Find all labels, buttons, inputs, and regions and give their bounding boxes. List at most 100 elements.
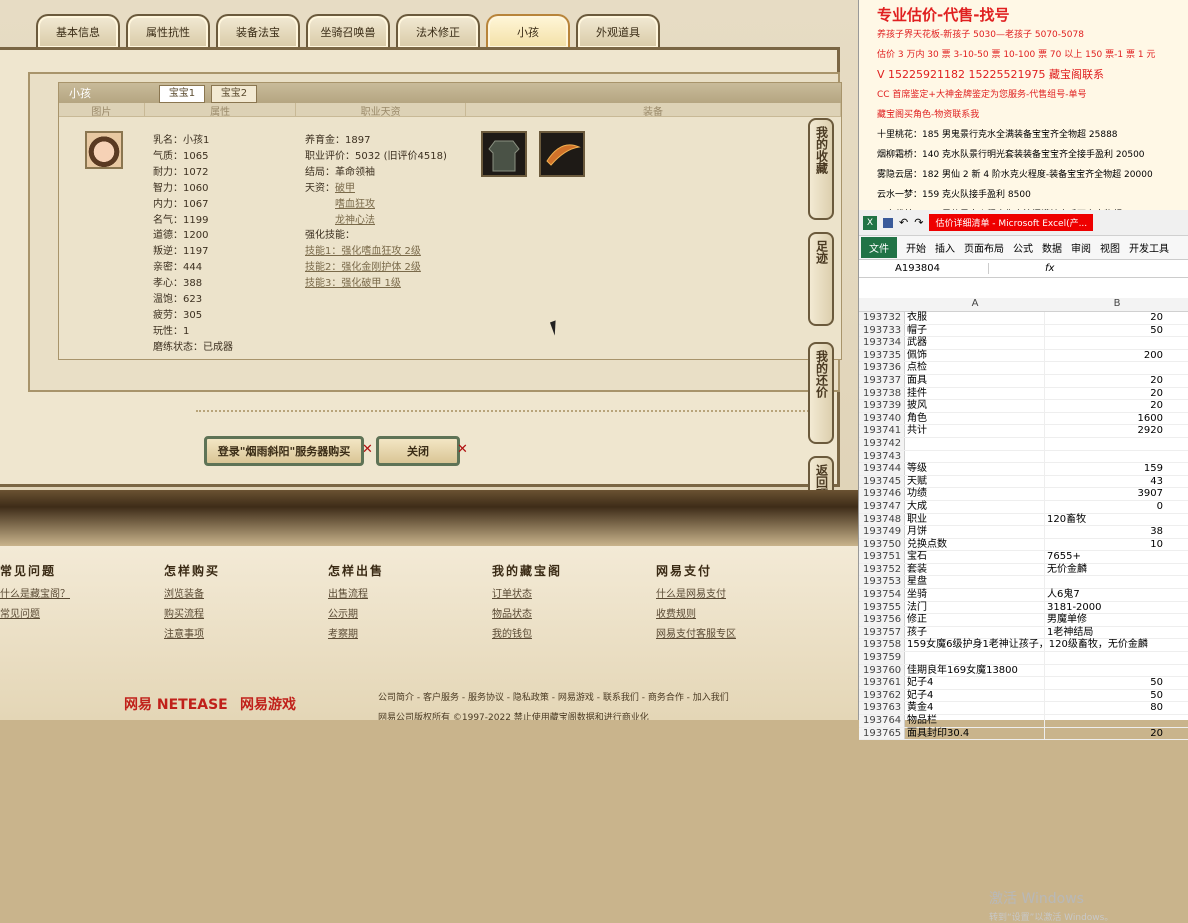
- cell-b[interactable]: 159: [1045, 463, 1188, 475]
- subtab-baby2[interactable]: 宝宝2: [211, 85, 257, 103]
- cell-b[interactable]: 1老神结局: [1045, 627, 1188, 639]
- row-number[interactable]: 193744: [859, 463, 905, 475]
- equipment-weapon-icon[interactable]: [539, 131, 585, 177]
- cell-b[interactable]: 3907: [1045, 488, 1188, 500]
- row-number[interactable]: 193764: [859, 715, 905, 727]
- footer-link[interactable]: 出售流程: [328, 585, 384, 605]
- row-number[interactable]: 193735: [859, 349, 905, 362]
- cell-b[interactable]: 7655+: [1045, 551, 1188, 563]
- footer-nav-links[interactable]: 公司简介 - 客户服务 - 服务协议 - 隐私政策 - 网易游戏 - 联系我们 …: [378, 690, 729, 703]
- cell-a[interactable]: 面具封印30.4: [905, 727, 1045, 740]
- cell-b[interactable]: 120畜牧: [1045, 514, 1188, 526]
- cell-b[interactable]: 无价金麟: [1045, 564, 1188, 576]
- row-number[interactable]: 193732: [859, 312, 905, 324]
- footer-link[interactable]: 考察期: [328, 625, 384, 645]
- fx-icon[interactable]: fx: [989, 263, 1054, 274]
- cell-b[interactable]: 20: [1045, 312, 1188, 324]
- menu-formula[interactable]: 公式: [1013, 240, 1033, 255]
- footprint-button[interactable]: 足迹: [808, 232, 834, 326]
- cell-a[interactable]: 等级: [905, 463, 1045, 475]
- talent-link[interactable]: 破甲: [335, 183, 355, 194]
- tab-mounts[interactable]: 坐骑召唤兽: [306, 14, 390, 48]
- cell-b[interactable]: [1045, 362, 1188, 374]
- row-number[interactable]: 193736: [859, 362, 905, 374]
- child-avatar[interactable]: [85, 131, 123, 169]
- footer-link[interactable]: 什么是藏宝阁？: [0, 585, 70, 605]
- row-number[interactable]: 193746: [859, 488, 905, 500]
- cell-a[interactable]: 孩子: [905, 626, 1045, 639]
- save-icon[interactable]: [883, 217, 893, 228]
- row-number[interactable]: 193756: [859, 614, 905, 626]
- talent-link[interactable]: 龙神心法: [305, 213, 447, 229]
- cell-a[interactable]: 套装: [905, 563, 1045, 576]
- cell-b[interactable]: [1045, 576, 1188, 588]
- skill-link[interactable]: 技能3：强化破甲 1级: [305, 276, 447, 292]
- tab-basic-info[interactable]: 基本信息: [36, 14, 120, 48]
- cell-b[interactable]: [1045, 639, 1188, 651]
- tab-appearance[interactable]: 外观道具: [576, 14, 660, 48]
- cell-b[interactable]: 200: [1045, 350, 1188, 362]
- row-number[interactable]: 193754: [859, 589, 905, 601]
- col-header-b[interactable]: B: [1045, 298, 1188, 311]
- cell-b[interactable]: 1600: [1045, 413, 1188, 425]
- cell-a[interactable]: 披风: [905, 400, 1045, 412]
- menu-insert[interactable]: 插入: [935, 240, 955, 255]
- row-number[interactable]: 193758: [859, 639, 905, 652]
- row-number[interactable]: 193752: [859, 563, 905, 576]
- footer-link[interactable]: 注意事项: [164, 625, 220, 645]
- cell-a[interactable]: 法门: [905, 601, 1045, 614]
- footer-link[interactable]: 常见问题: [0, 605, 70, 625]
- col-header-a[interactable]: A: [905, 298, 1045, 311]
- row-number[interactable]: 193755: [859, 601, 905, 614]
- menu-dev[interactable]: 开发工具: [1129, 240, 1169, 255]
- cell-a[interactable]: 点检: [905, 362, 1045, 374]
- cell-a[interactable]: 帽子: [905, 324, 1045, 337]
- row-number[interactable]: 193734: [859, 337, 905, 349]
- name-box[interactable]: A193804: [859, 263, 989, 274]
- footer-link[interactable]: 订单状态: [492, 585, 562, 605]
- footer-link[interactable]: 公示期: [328, 605, 384, 625]
- footer-link[interactable]: 什么是网易支付: [656, 585, 736, 605]
- cell-a[interactable]: [905, 437, 1045, 450]
- cell-b[interactable]: 38: [1045, 526, 1188, 538]
- login-server-buy-button[interactable]: 登录"烟雨斜阳"服务器购买: [204, 436, 364, 466]
- cell-a[interactable]: [905, 450, 1045, 463]
- cell-b[interactable]: [1045, 337, 1188, 349]
- cell-b[interactable]: [1045, 438, 1188, 450]
- row-number[interactable]: 193741: [859, 425, 905, 437]
- row-number[interactable]: 193733: [859, 324, 905, 337]
- footer-link[interactable]: 购买流程: [164, 605, 220, 625]
- cell-b[interactable]: 2920: [1045, 425, 1188, 437]
- my-favorites-button[interactable]: 我的收藏: [808, 118, 834, 220]
- cell-b[interactable]: 20: [1045, 400, 1188, 412]
- row-number[interactable]: 193760: [859, 664, 905, 677]
- cell-a[interactable]: 共计: [905, 425, 1045, 437]
- menu-home[interactable]: 开始: [906, 240, 926, 255]
- footer-link[interactable]: 收费规则: [656, 605, 736, 625]
- footer-link[interactable]: 网易支付客服专区: [656, 625, 736, 645]
- row-number[interactable]: 193750: [859, 538, 905, 551]
- cell-b[interactable]: 50: [1045, 325, 1188, 337]
- row-number[interactable]: 193753: [859, 576, 905, 589]
- cell-b[interactable]: [1045, 451, 1188, 463]
- cell-b[interactable]: 20: [1045, 375, 1188, 387]
- cell-b[interactable]: 0: [1045, 501, 1188, 513]
- footer-link[interactable]: 浏览装备: [164, 585, 220, 605]
- row-number[interactable]: 193757: [859, 626, 905, 639]
- cell-a[interactable]: 面具: [905, 374, 1045, 387]
- menu-review[interactable]: 审阅: [1071, 240, 1091, 255]
- cell-a[interactable]: 功绩: [905, 488, 1045, 500]
- row-number[interactable]: 193747: [859, 500, 905, 513]
- row-number[interactable]: 193749: [859, 526, 905, 538]
- menu-data[interactable]: 数据: [1042, 240, 1062, 255]
- cell-a[interactable]: 黄金4: [905, 702, 1045, 714]
- cell-b[interactable]: 43: [1045, 476, 1188, 488]
- row-number[interactable]: 193759: [859, 652, 905, 664]
- equipment-armor-icon[interactable]: [481, 131, 527, 177]
- row-number[interactable]: 193751: [859, 551, 905, 563]
- row-number[interactable]: 193765: [859, 727, 905, 740]
- cell-a[interactable]: 妃子4: [905, 689, 1045, 702]
- cell-a[interactable]: 天赋: [905, 475, 1045, 488]
- cell-b[interactable]: 50: [1045, 677, 1188, 689]
- cell-a[interactable]: 角色: [905, 412, 1045, 425]
